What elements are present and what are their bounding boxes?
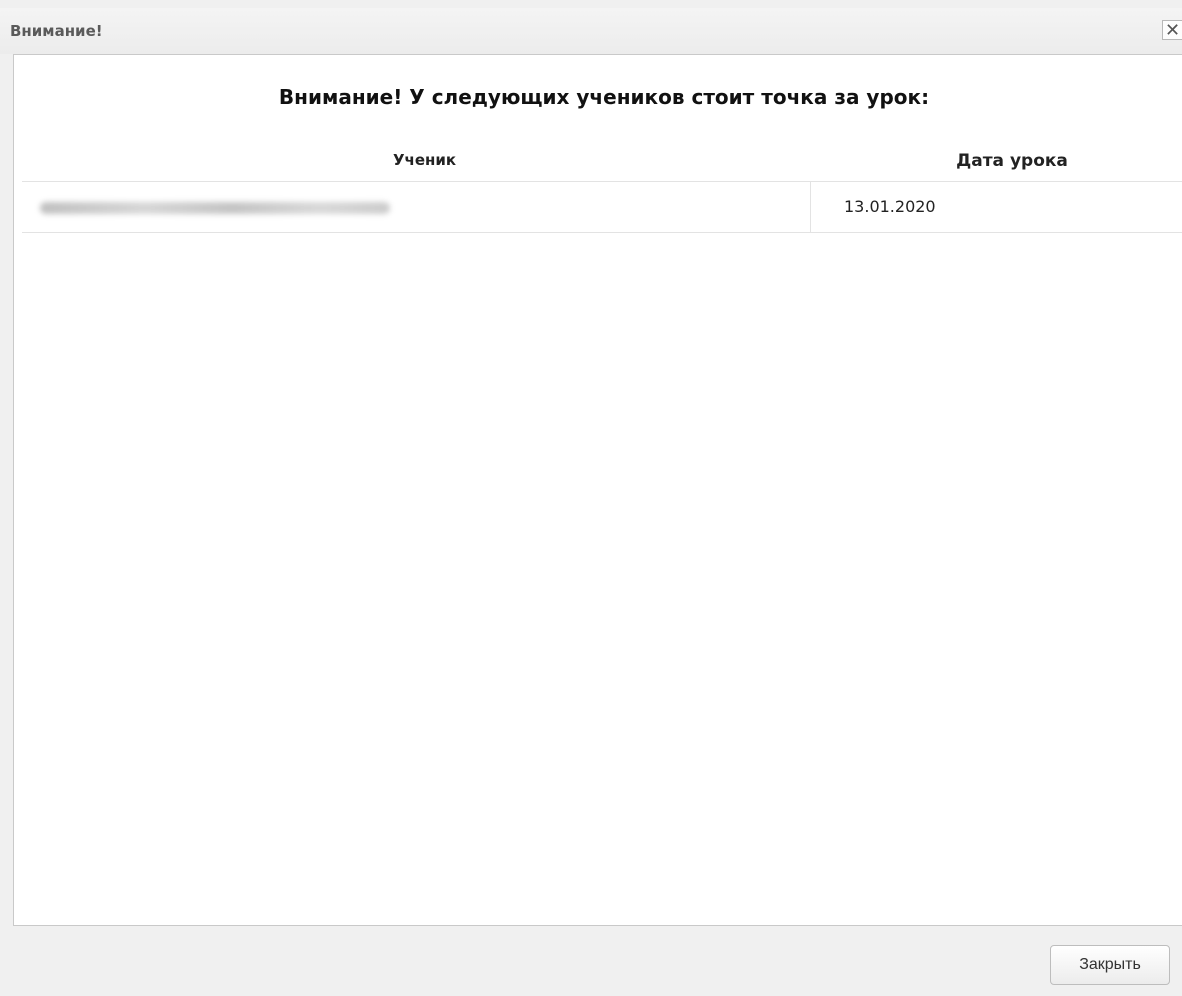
student-cell [22,182,811,232]
lesson-date-cell: 13.01.2020 [844,197,936,216]
attention-dialog: Внимание! ✕ Внимание! У следующих ученик… [0,0,1182,996]
blurred-student-name [40,202,390,214]
table-row[interactable]: 13.01.2020 [22,182,1182,233]
students-table: Ученик Дата урока 13.01.2020 [22,141,1182,233]
close-icon[interactable]: ✕ [1162,20,1182,40]
dialog-titlebar: Внимание! ✕ [0,8,1182,54]
dialog-footer: Закрыть [0,926,1182,996]
close-button[interactable]: Закрыть [1050,945,1170,985]
column-lesson-date[interactable]: Дата урока [927,151,1097,171]
warning-heading: Внимание! У следующих учеников стоит точ… [278,85,930,109]
dialog-title: Внимание! [10,22,103,40]
column-student[interactable]: Ученик [22,151,827,169]
table-header: Ученик Дата урока [22,141,1182,182]
dialog-content: Внимание! У следующих учеников стоит точ… [13,54,1182,926]
